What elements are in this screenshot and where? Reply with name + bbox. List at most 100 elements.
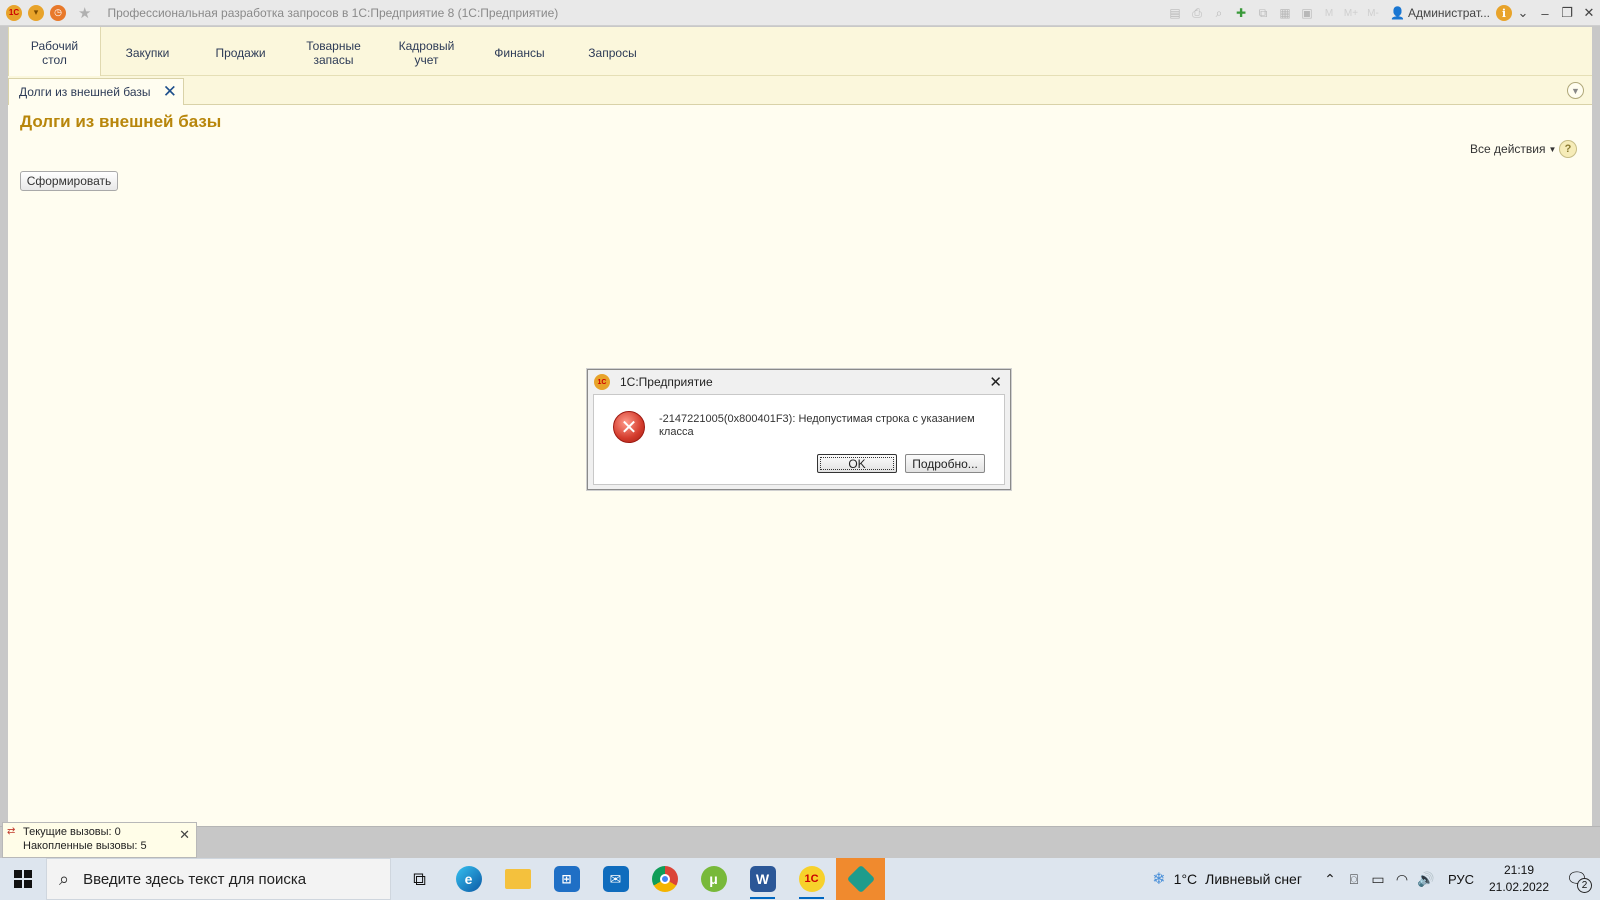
all-actions-menu[interactable]: Все действия ▼ — [1470, 142, 1556, 156]
generate-button[interactable]: Сформировать — [20, 171, 118, 191]
details-button[interactable]: Подробно... — [905, 454, 985, 473]
minimize-button[interactable]: – — [1534, 0, 1556, 26]
restore-button[interactable]: ❐ — [1556, 0, 1578, 26]
taskbar: ⌕ ⧉ e ⊞ ✉ μ W 1С — [0, 858, 1600, 900]
calendar-icon[interactable]: ▣ — [1296, 0, 1318, 26]
system-tray: ❄ 1°C Ливневый снег ⌃ ⌼ ▭ ◠ 🔊 РУС 21:19 … — [1152, 858, 1600, 900]
search-input[interactable] — [83, 870, 384, 888]
close-icon[interactable]: ✕ — [163, 82, 177, 102]
section-hr[interactable]: Кадровый учет — [380, 27, 473, 76]
microsoft-store-icon: ⊞ — [553, 866, 580, 892]
ok-button[interactable]: OK — [817, 454, 897, 473]
dialog-title-bar[interactable]: 1С 1С:Предприятие — [588, 370, 1010, 394]
section-inventory[interactable]: Товарные запасы — [287, 27, 380, 76]
taskbar-app-1c[interactable]: 1С — [787, 858, 836, 900]
all-actions-label: Все действия — [1470, 142, 1546, 156]
utorrent-icon: μ — [700, 866, 727, 892]
taskbar-app-utorrent[interactable]: μ — [689, 858, 738, 900]
main-menu-icon[interactable]: ▾ — [28, 4, 44, 21]
favorites-star-icon[interactable]: ★ — [78, 4, 91, 22]
input-language[interactable]: РУС — [1438, 872, 1484, 887]
taskbar-app-mail[interactable]: ✉ — [591, 858, 640, 900]
section-label: Кадровый учет — [398, 38, 455, 67]
taskbar-apps: ⧉ e ⊞ ✉ μ W 1С — [395, 858, 885, 900]
search-icon: ⌕ — [59, 868, 70, 889]
taskbar-search[interactable]: ⌕ — [46, 858, 391, 900]
sections-panel: Рабочий стол Закупки Продажи Товарные за… — [8, 27, 1592, 76]
1c-logo-icon[interactable]: 1С — [6, 4, 22, 21]
weather-temp: 1°C — [1173, 871, 1198, 887]
chevron-down-icon[interactable]: ⌄ — [1512, 0, 1534, 26]
notifications-button[interactable]: 🗨 2 — [1554, 858, 1600, 900]
section-finance[interactable]: Финансы — [473, 27, 566, 76]
notification-count: 2 — [1577, 878, 1592, 893]
windows-list-icon[interactable]: ▼ — [1567, 82, 1584, 99]
taskbar-app-store[interactable]: ⊞ — [542, 858, 591, 900]
meet-now-icon[interactable]: ⌼ — [1342, 858, 1366, 900]
status-bar — [0, 826, 1600, 858]
link-icon[interactable]: ⧉ — [1252, 0, 1274, 26]
save-icon[interactable]: ▤ — [1164, 0, 1186, 26]
section-label: Продажи — [215, 45, 266, 60]
1c-configurator-icon — [846, 864, 875, 894]
open-window-tab[interactable]: Долги из внешней базы ✕ — [8, 78, 184, 105]
section-label: Товарные запасы — [306, 38, 361, 67]
info-icon[interactable]: i — [1496, 5, 1512, 21]
volume-icon[interactable]: 🔊 — [1414, 858, 1438, 900]
section-desktop[interactable]: Рабочий стол — [8, 27, 101, 76]
chevron-up-icon[interactable]: ⌃ — [1318, 858, 1342, 900]
accumulated-calls: Накопленные вызовы: 5 — [23, 840, 147, 852]
close-icon[interactable]: ✕ — [179, 827, 190, 843]
error-dialog: 1С 1С:Предприятие ✕ ✕ -2147221005(0x8004… — [587, 369, 1011, 490]
taskbar-app-chrome[interactable] — [640, 858, 689, 900]
battery-icon[interactable]: ▭ — [1366, 858, 1390, 900]
title-bar: 1С ▾ ◷ ★ Профессиональная разработка зап… — [0, 0, 1600, 26]
taskbar-app-explorer[interactable] — [493, 858, 542, 900]
server-calls-icon: ⇄ — [7, 826, 16, 837]
preview-icon[interactable]: ⌕ — [1208, 0, 1230, 26]
taskbar-app-edge[interactable]: e — [444, 858, 493, 900]
section-sales[interactable]: Продажи — [194, 27, 287, 76]
close-window-button[interactable]: ✕ — [1578, 0, 1600, 26]
print-icon[interactable]: ⎙ — [1186, 0, 1208, 26]
task-view-button[interactable]: ⧉ — [395, 858, 444, 900]
task-view-icon: ⧉ — [413, 868, 426, 889]
memory-m-icon[interactable]: M — [1318, 0, 1340, 26]
section-queries[interactable]: Запросы — [566, 27, 659, 76]
user-name: Администрат... — [1407, 6, 1490, 20]
edge-icon: e — [455, 866, 482, 892]
clock[interactable]: 21:19 21.02.2022 — [1484, 862, 1554, 896]
memory-plus-icon[interactable]: M+ — [1340, 0, 1362, 26]
error-icon: ✕ — [613, 411, 645, 443]
page-title: Долги из внешней базы — [20, 112, 222, 131]
1c-icon: 1С — [798, 866, 825, 892]
caret-down-icon: ▼ — [1548, 144, 1557, 154]
windows-logo-icon — [14, 870, 32, 888]
dialog-body: ✕ -2147221005(0x800401F3): Недопустимая … — [593, 394, 1005, 485]
wifi-icon[interactable]: ◠ — [1390, 858, 1414, 900]
weather-widget[interactable]: ❄ 1°C Ливневый снег — [1152, 869, 1318, 889]
performance-panel: ⇄ Текущие вызовы: 0 Накопленные вызовы: … — [2, 822, 197, 858]
add-favorite-icon[interactable]: ✚ — [1230, 0, 1252, 26]
dialog-close-button[interactable]: ✕ — [989, 373, 1002, 391]
chrome-icon — [651, 866, 678, 892]
file-explorer-icon — [504, 869, 531, 889]
open-windows-bar: Долги из внешней базы ✕ ▼ — [8, 76, 1592, 105]
section-label: Рабочий стол — [30, 38, 79, 67]
taskbar-app-1c-configurator[interactable] — [836, 858, 885, 900]
mail-icon: ✉ — [602, 866, 629, 892]
user-icon: 👤 — [1390, 6, 1405, 20]
dialog-title: 1С:Предприятие — [620, 375, 713, 389]
user-menu[interactable]: 👤 Администрат... — [1384, 6, 1496, 20]
weather-desc: Ливневый снег — [1205, 871, 1302, 887]
section-purchases[interactable]: Закупки — [101, 27, 194, 76]
start-button[interactable] — [0, 858, 46, 900]
help-button[interactable]: ? — [1559, 140, 1577, 158]
history-icon[interactable]: ◷ — [50, 4, 66, 21]
section-label: Запросы — [588, 45, 637, 60]
taskbar-app-word[interactable]: W — [738, 858, 787, 900]
section-label: Закупки — [125, 45, 170, 60]
clock-time: 21:19 — [1503, 863, 1535, 877]
memory-minus-icon[interactable]: M- — [1362, 0, 1384, 26]
calculator-icon[interactable]: ▦ — [1274, 0, 1296, 26]
